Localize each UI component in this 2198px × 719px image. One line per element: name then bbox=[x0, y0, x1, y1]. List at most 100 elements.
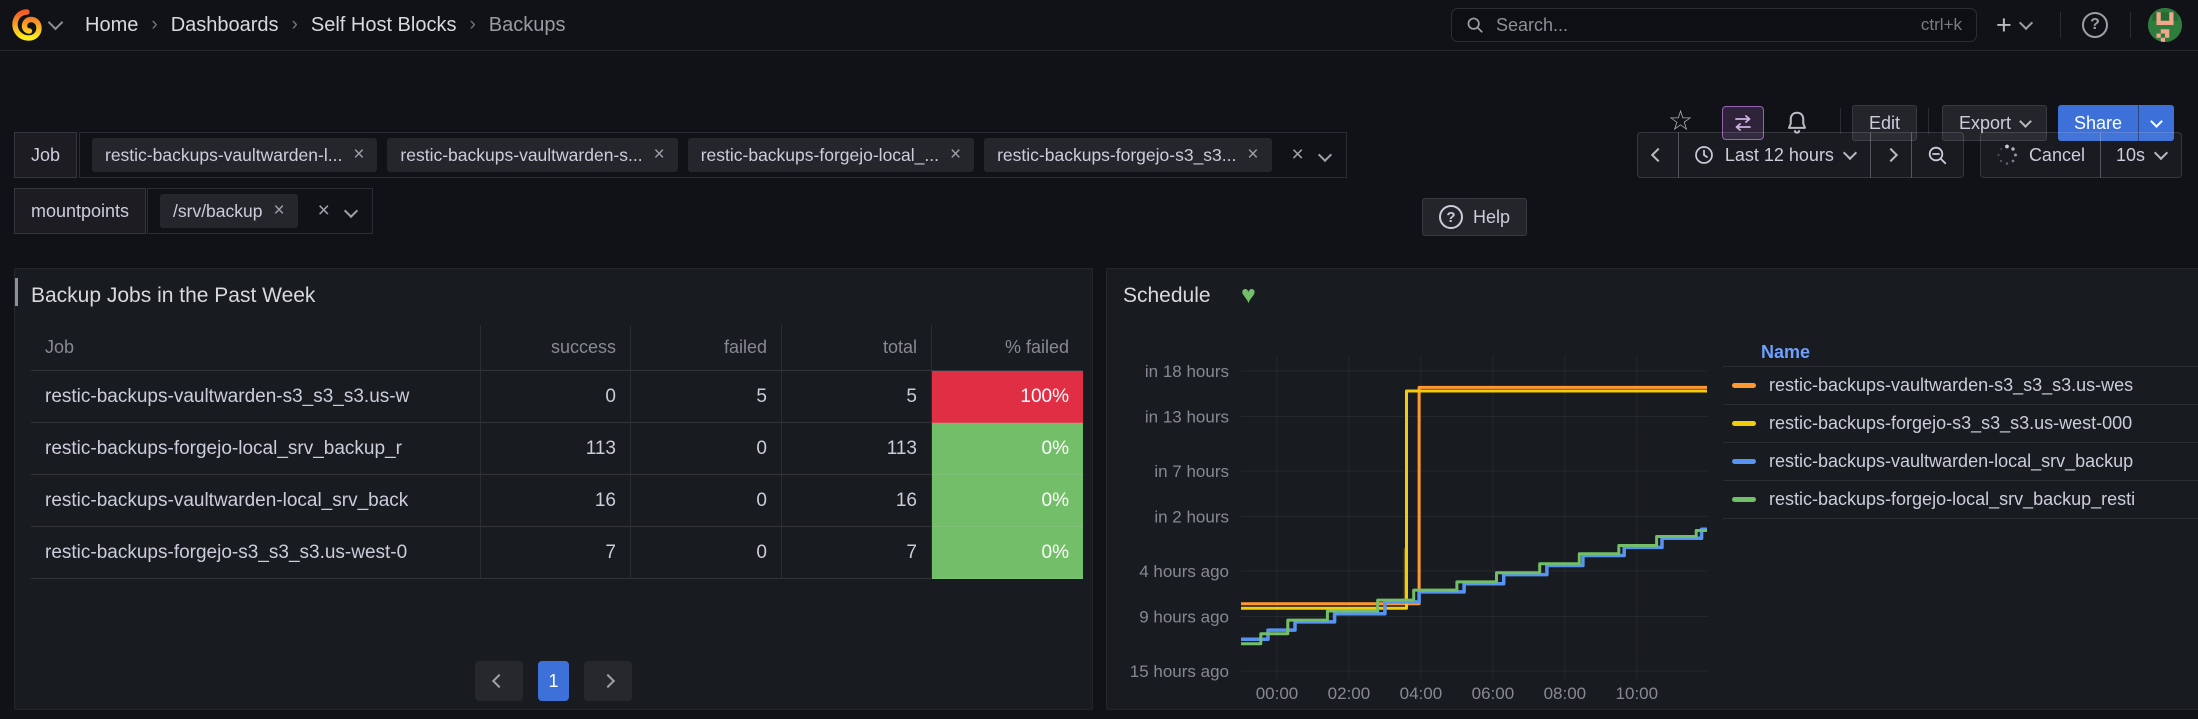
toolbar-divider bbox=[1928, 108, 1929, 134]
remove-chip-icon[interactable]: × bbox=[654, 144, 665, 166]
edit-button-label: Edit bbox=[1869, 113, 1900, 134]
time-controls: Last 12 hours bbox=[1637, 132, 2182, 178]
time-shift-forward-button[interactable] bbox=[1870, 132, 1912, 178]
column-header-success[interactable]: success bbox=[481, 325, 631, 371]
search-bar[interactable]: ctrl+k bbox=[1451, 8, 1977, 42]
column-header-job[interactable]: Job bbox=[31, 325, 481, 371]
remove-chip-icon[interactable]: × bbox=[1247, 144, 1258, 166]
chevron-down-icon bbox=[2019, 115, 2032, 128]
question-mark-icon: ? bbox=[2090, 16, 2100, 34]
cancel-refresh-button[interactable]: Cancel bbox=[1980, 132, 2101, 178]
previous-page-button[interactable] bbox=[475, 661, 523, 701]
remove-chip-icon[interactable]: × bbox=[273, 200, 284, 222]
breadcrumb: Home›Dashboards›Self Host Blocks›Backups bbox=[85, 14, 566, 37]
job-cell: restic-backups-vaultwarden-local_srv_bac… bbox=[31, 475, 481, 527]
pct-failed-cell: 100% bbox=[932, 371, 1083, 423]
job-cell: restic-backups-forgejo-local_srv_backup_… bbox=[31, 423, 481, 475]
job-cell: restic-backups-forgejo-s3_s3_s3.us-west-… bbox=[31, 527, 481, 579]
legend-item-list: restic-backups-vaultwarden-s3_s3_s3.us-w… bbox=[1723, 367, 2198, 519]
chevron-down-icon[interactable] bbox=[1318, 148, 1332, 162]
failed-cell: 5 bbox=[631, 371, 782, 423]
chevron-down-icon bbox=[2150, 115, 2163, 128]
chevron-down-icon bbox=[2019, 16, 2033, 30]
legend-series-label: restic-backups-forgejo-s3_s3_s3.us-west-… bbox=[1769, 413, 2132, 434]
chevron-down-icon bbox=[1843, 145, 1857, 159]
remove-chip-icon[interactable]: × bbox=[950, 144, 961, 166]
schedule-panel: Schedule ♥ 00:0002:0004:0006:0008:0010:0… bbox=[1106, 268, 2198, 710]
chevron-down-icon[interactable] bbox=[344, 204, 358, 218]
refresh-interval-label: 10s bbox=[2116, 145, 2145, 166]
breadcrumb-item[interactable]: Backups bbox=[489, 14, 566, 37]
avatar-pixel-art bbox=[2148, 8, 2182, 42]
panel-title[interactable]: Backup Jobs in the Past Week bbox=[31, 284, 315, 308]
total-cell: 5 bbox=[782, 371, 932, 423]
job-chip-list: restic-backups-vaultwarden-l...×restic-b… bbox=[92, 138, 1272, 172]
filter-chip[interactable]: restic-backups-forgejo-local_... × bbox=[688, 138, 974, 172]
filter-chip[interactable]: restic-backups-forgejo-s3_s3...× bbox=[984, 138, 1271, 172]
breadcrumb-item[interactable]: Home bbox=[85, 14, 138, 37]
clock-icon bbox=[1694, 145, 1714, 165]
filter-chip-label: restic-backups-vaultwarden-l... bbox=[105, 145, 342, 166]
pct-failed-cell: 0% bbox=[932, 527, 1083, 579]
y-tick-label: in 13 hours bbox=[1145, 407, 1229, 426]
current-page-button[interactable]: 1 bbox=[538, 661, 569, 701]
panel-focus-indicator bbox=[15, 278, 18, 306]
column-header-total[interactable]: total bbox=[782, 325, 932, 371]
legend-series-marker bbox=[1732, 383, 1756, 388]
time-range-group: Last 12 hours bbox=[1637, 132, 1964, 178]
legend-series-label: restic-backups-vaultwarden-s3_s3_s3.us-w… bbox=[1769, 375, 2133, 396]
column-header-failed[interactable]: % failed bbox=[932, 325, 1083, 371]
filter-chip-label: restic-backups-vaultwarden-s... bbox=[400, 145, 642, 166]
top-nav-bar: Home›Dashboards›Self Host Blocks›Backups… bbox=[0, 0, 2198, 51]
filter-chip[interactable]: /srv/backup× bbox=[160, 194, 298, 228]
nav-divider bbox=[2060, 12, 2061, 38]
legend-header[interactable]: Name bbox=[1723, 339, 2198, 367]
pct-failed-cell: 0% bbox=[932, 423, 1083, 475]
legend-item[interactable]: restic-backups-vaultwarden-s3_s3_s3.us-w… bbox=[1723, 367, 2198, 405]
time-range-picker[interactable]: Last 12 hours bbox=[1678, 132, 1871, 178]
help-menu-button[interactable]: ? bbox=[2082, 12, 2108, 38]
job-cell: restic-backups-vaultwarden-s3_s3_s3.us-w bbox=[31, 371, 481, 423]
new-menu-button[interactable]: + bbox=[1996, 10, 2031, 41]
help-button[interactable]: ? Help bbox=[1422, 198, 1527, 236]
filter-chip[interactable]: restic-backups-vaultwarden-l... × bbox=[92, 138, 377, 172]
x-tick-label: 00:00 bbox=[1256, 684, 1299, 703]
success-cell: 16 bbox=[481, 475, 631, 527]
clear-all-icon[interactable]: × bbox=[1292, 143, 1304, 167]
org-switcher-chevron-icon[interactable] bbox=[48, 15, 64, 31]
breadcrumb-separator-icon: › bbox=[151, 14, 157, 36]
cancel-refresh-label: Cancel bbox=[2029, 145, 2085, 166]
backup-jobs-panel: Backup Jobs in the Past Week Jobsuccessf… bbox=[14, 268, 1093, 710]
toolbar-divider bbox=[1840, 108, 1841, 134]
chevron-down-icon bbox=[2154, 145, 2168, 159]
grafana-logo[interactable] bbox=[12, 9, 42, 41]
time-shift-back-button[interactable] bbox=[1637, 132, 1679, 178]
search-icon bbox=[1466, 16, 1484, 34]
legend-item[interactable]: restic-backups-forgejo-local_srv_backup_… bbox=[1723, 481, 2198, 519]
breadcrumb-item[interactable]: Self Host Blocks bbox=[311, 14, 457, 37]
search-shortcut-hint: ctrl+k bbox=[1921, 15, 1962, 35]
search-input[interactable] bbox=[1494, 14, 1911, 37]
column-header-failed[interactable]: failed bbox=[631, 325, 782, 371]
x-tick-label: 04:00 bbox=[1400, 684, 1443, 703]
clear-all-icon[interactable]: × bbox=[318, 199, 330, 223]
mountpoints-variable-input[interactable]: /srv/backup× × bbox=[147, 188, 373, 234]
next-page-button[interactable] bbox=[584, 661, 632, 701]
legend-item[interactable]: restic-backups-vaultwarden-local_srv_bac… bbox=[1723, 443, 2198, 481]
remove-chip-icon[interactable]: × bbox=[353, 144, 364, 166]
panel-title[interactable]: Schedule bbox=[1123, 284, 1211, 308]
refresh-interval-picker[interactable]: 10s bbox=[2100, 132, 2182, 178]
filter-chip[interactable]: restic-backups-vaultwarden-s... × bbox=[387, 138, 677, 172]
breadcrumb-item[interactable]: Dashboards bbox=[171, 14, 279, 37]
user-avatar[interactable] bbox=[2148, 8, 2182, 42]
legend-item[interactable]: restic-backups-forgejo-s3_s3_s3.us-west-… bbox=[1723, 405, 2198, 443]
chart-legend: Name restic-backups-vaultwarden-s3_s3_s3… bbox=[1723, 339, 2198, 519]
success-cell: 0 bbox=[481, 371, 631, 423]
filter-chip-label: restic-backups-forgejo-local_... bbox=[701, 145, 939, 166]
zoom-out-button[interactable] bbox=[1911, 132, 1964, 178]
grafana-dashboard: { "colors": { "red": "#E02F44", "green":… bbox=[0, 0, 2198, 719]
y-tick-label: in 2 hours bbox=[1154, 507, 1229, 526]
y-tick-label: 4 hours ago bbox=[1139, 562, 1229, 581]
nav-divider bbox=[2130, 12, 2131, 38]
job-variable-input[interactable]: restic-backups-vaultwarden-l...×restic-b… bbox=[79, 132, 1347, 178]
